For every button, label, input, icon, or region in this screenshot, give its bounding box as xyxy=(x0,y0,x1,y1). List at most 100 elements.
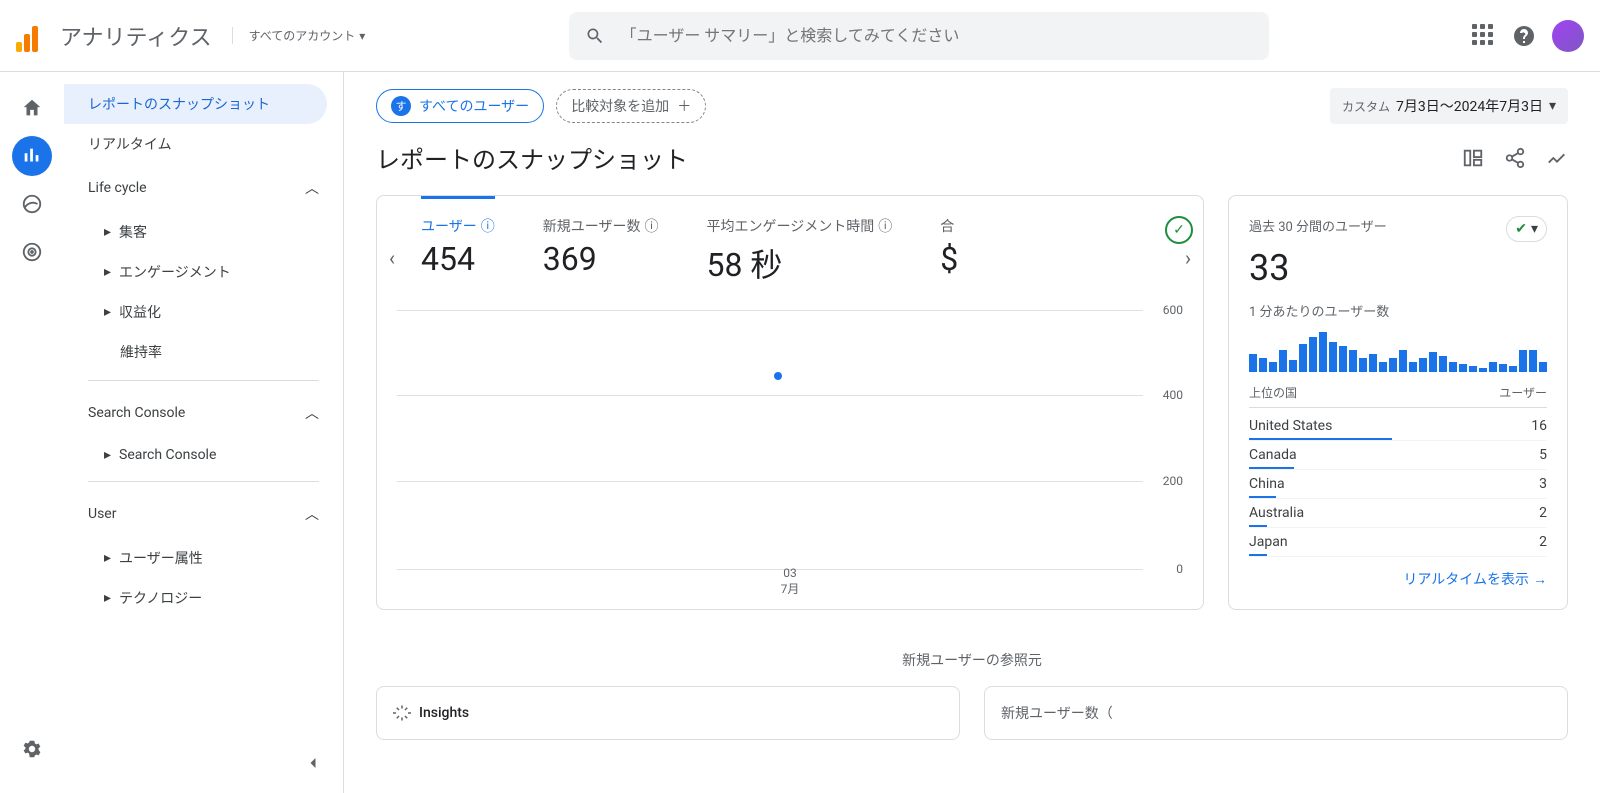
nav-report-snapshot[interactable]: レポートのスナップショット xyxy=(64,84,327,124)
realtime-card: 過去 30 分間のユーザー ✔ ▾ 33 1 分あたりのユーザー数 上位の国 ユ… xyxy=(1228,195,1568,610)
spark-bar xyxy=(1279,350,1287,372)
arrow-right-icon: → xyxy=(1533,571,1547,588)
overview-card: ‹ ユーザーⓘ 454 新規ユーザー数ⓘ 369 平均エンゲージメント時間ⓘ 5… xyxy=(376,195,1204,610)
nav-rail xyxy=(0,72,64,793)
realtime-view-link[interactable]: リアルタイムを表示 → xyxy=(1249,569,1547,589)
rail-reports-icon[interactable] xyxy=(12,136,52,176)
spark-bar xyxy=(1519,350,1527,372)
rail-advertising-icon[interactable] xyxy=(12,232,52,272)
country-name: Canada xyxy=(1249,447,1297,463)
caret-right-icon: ▸ xyxy=(104,224,111,240)
next-metric-button[interactable]: › xyxy=(1185,246,1191,270)
country-users: 2 xyxy=(1539,505,1547,521)
metric-revenue[interactable]: 合 $ xyxy=(940,216,970,278)
spark-bar xyxy=(1419,358,1427,372)
customize-icon[interactable] xyxy=(1462,147,1484,169)
realtime-status-pill[interactable]: ✔ ▾ xyxy=(1506,216,1547,242)
metric-new-users[interactable]: 新規ユーザー数ⓘ 369 xyxy=(543,216,659,278)
nav-retention[interactable]: 維持率 xyxy=(64,332,343,372)
apps-grid-icon[interactable] xyxy=(1472,24,1496,48)
spark-bar xyxy=(1529,350,1537,372)
divider xyxy=(88,481,319,482)
status-ok-icon[interactable]: ✓ xyxy=(1165,216,1193,244)
rail-settings-icon[interactable] xyxy=(12,729,52,769)
spark-bar xyxy=(1429,352,1437,372)
date-range-picker[interactable]: カスタム 7月3日～2024年7月3日 ▾ xyxy=(1330,88,1568,124)
user-avatar[interactable] xyxy=(1552,20,1584,52)
chevron-left-icon xyxy=(303,753,323,773)
rail-home-icon[interactable] xyxy=(12,88,52,128)
sparkle-icon xyxy=(393,704,411,722)
country-name: Australia xyxy=(1249,505,1304,521)
insights-icon[interactable] xyxy=(1546,147,1568,169)
spark-bar xyxy=(1379,362,1387,372)
search-input[interactable] xyxy=(621,26,1253,45)
chevron-up-icon: ︿ xyxy=(305,178,319,198)
x-tick: 037月 xyxy=(781,566,800,597)
metric-users[interactable]: ユーザーⓘ 454 xyxy=(421,196,495,278)
collapse-sidebar-button[interactable] xyxy=(303,753,323,773)
chip-add-compare[interactable]: 比較対象を追加 ＋ xyxy=(556,89,706,123)
insights-card[interactable]: Insights xyxy=(376,686,960,740)
realtime-title: 過去 30 分間のユーザー xyxy=(1249,216,1387,235)
caret-right-icon: ▸ xyxy=(104,590,111,606)
chip-badge: す xyxy=(391,96,411,116)
nav-section-search-console[interactable]: Search Console ︿ xyxy=(64,389,343,437)
new-users-channel-card[interactable]: 新規ユーザー数（ xyxy=(984,686,1568,740)
nav-section-user[interactable]: User ︿ xyxy=(64,490,343,538)
ga-logo-icon xyxy=(16,20,48,52)
y-tick: 600 xyxy=(1163,303,1183,317)
spark-bar xyxy=(1439,356,1447,372)
country-row: Canada 5 xyxy=(1249,441,1547,470)
spark-bar xyxy=(1459,364,1467,372)
caret-down-icon: ▾ xyxy=(1549,98,1556,114)
plus-icon: ＋ xyxy=(677,96,691,116)
country-row: United States16 xyxy=(1249,412,1547,441)
chip-label: 比較対象を追加 xyxy=(571,96,669,116)
filter-row: す すべてのユーザー 比較対象を追加 ＋ カスタム 7月3日～2024年7月3日… xyxy=(376,88,1568,124)
caret-right-icon: ▸ xyxy=(104,264,111,280)
spark-bar xyxy=(1289,360,1297,372)
report-sidebar: レポートのスナップショット リアルタイム Life cycle ︿ ▸集客 ▸エ… xyxy=(64,72,344,793)
help-icon: ⓘ xyxy=(644,216,658,236)
spark-bar xyxy=(1499,364,1507,372)
help-icon: ⓘ xyxy=(878,216,892,236)
country-row: Australia 2 xyxy=(1249,499,1547,528)
rail-explore-icon[interactable] xyxy=(12,184,52,224)
nav-section-lifecycle[interactable]: Life cycle ︿ xyxy=(64,164,343,212)
country-name: China xyxy=(1249,476,1285,492)
new-users-label: 新規ユーザー数（ xyxy=(1001,703,1113,723)
prev-metric-button[interactable]: ‹ xyxy=(389,246,395,270)
country-name: Japan xyxy=(1249,534,1288,550)
main-content: す すべてのユーザー 比較対象を追加 ＋ カスタム 7月3日～2024年7月3日… xyxy=(344,72,1600,793)
country-row: Japan2 xyxy=(1249,528,1547,557)
spark-bar xyxy=(1319,332,1327,372)
nav-acquisition[interactable]: ▸集客 xyxy=(64,212,343,252)
share-icon[interactable] xyxy=(1504,147,1526,169)
nav-user-attributes[interactable]: ▸ユーザー属性 xyxy=(64,538,343,578)
chip-all-users[interactable]: す すべてのユーザー xyxy=(376,89,544,123)
metric-value: 369 xyxy=(543,240,659,278)
search-box[interactable] xyxy=(569,12,1269,60)
nav-monetization[interactable]: ▸収益化 xyxy=(64,292,343,332)
caret-down-icon: ▾ xyxy=(359,29,365,43)
date-range-label: カスタム xyxy=(1342,98,1390,115)
realtime-subtitle: 1 分あたりのユーザー数 xyxy=(1249,301,1547,320)
spark-bar xyxy=(1409,362,1417,372)
nav-engagement[interactable]: ▸エンゲージメント xyxy=(64,252,343,292)
account-picker[interactable]: すべてのアカウント ▾ xyxy=(232,27,366,44)
nav-section-label: Life cycle xyxy=(88,180,147,196)
nav-search-console[interactable]: ▸Search Console xyxy=(64,437,343,473)
nav-realtime[interactable]: リアルタイム xyxy=(64,124,343,164)
caret-right-icon: ▸ xyxy=(104,304,111,320)
country-users: 5 xyxy=(1539,447,1547,463)
caret-down-icon: ▾ xyxy=(1531,221,1538,237)
spark-bar xyxy=(1369,354,1377,372)
caret-right-icon: ▸ xyxy=(104,550,111,566)
country-row: China3 xyxy=(1249,470,1547,499)
country-name: United States xyxy=(1249,418,1332,434)
help-icon[interactable] xyxy=(1512,24,1536,48)
metric-value: 454 xyxy=(421,240,495,278)
nav-technology[interactable]: ▸テクノロジー xyxy=(64,578,343,618)
metric-avg-engagement[interactable]: 平均エンゲージメント時間ⓘ 58 秒 xyxy=(706,216,892,286)
